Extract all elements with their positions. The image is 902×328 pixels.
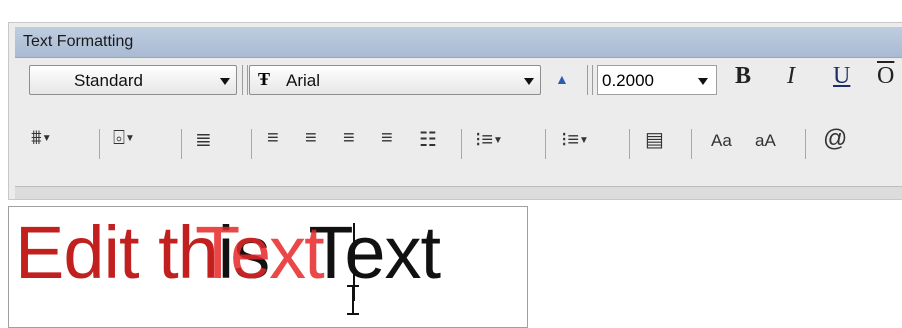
- toolbar-row-2: ⩩▼ ⌻▼ ≣ ≡ ≡ ≡ ≡ ☷ ⁝≡▼ ⁝≡▼ ▤ Aa aA @: [15, 115, 902, 173]
- chevron-down-icon: [524, 78, 534, 85]
- mtext-justify-icon[interactable]: ≣: [195, 127, 212, 152]
- columns-icon[interactable]: ⌻▼: [113, 127, 135, 150]
- insert-field-icon[interactable]: ▤: [645, 127, 664, 152]
- uppercase-button[interactable]: Aa: [711, 131, 732, 151]
- chevron-down-icon: [220, 78, 230, 85]
- toolbar-bottom-bar: [15, 186, 902, 199]
- text-height-input[interactable]: 0.2000: [597, 65, 717, 95]
- lowercase-button[interactable]: aA: [755, 131, 776, 151]
- annotative-icon[interactable]: ▲: [555, 71, 569, 87]
- symbol-button[interactable]: @: [823, 125, 847, 153]
- align-right-icon[interactable]: ≡: [343, 127, 355, 150]
- text-formatting-toolbar: Text Formatting Standard Ŧ Arial ▲ 0.200…: [8, 22, 902, 200]
- toolbar-separator: [181, 129, 182, 159]
- edited-text-part-3: Text: [308, 211, 441, 294]
- toolbar-separator: [805, 129, 806, 159]
- font-value: Arial: [286, 71, 321, 90]
- italic-button[interactable]: I: [787, 63, 795, 90]
- distribute-icon[interactable]: ☷: [419, 127, 437, 152]
- toolbar-separator: [629, 129, 630, 159]
- red-overlay-text: Text: [195, 211, 325, 294]
- line-spacing-icon[interactable]: ⁝≡▼: [475, 127, 503, 152]
- toolbar-separator: [461, 129, 462, 159]
- toolbar-separator: [242, 65, 248, 95]
- edited-text-part-1: Edit th: [15, 211, 219, 294]
- toolbar-separator: [587, 65, 593, 95]
- ibeam-cursor-icon: [347, 285, 359, 315]
- toolbar-row-1: Standard Ŧ Arial ▲ 0.2000 B I U O: [15, 59, 902, 109]
- toolbar-separator: [691, 129, 692, 159]
- text-style-dropdown[interactable]: Standard: [29, 65, 237, 95]
- text-style-value: Standard: [74, 71, 143, 90]
- toolbar-separator: [545, 129, 546, 159]
- window-title: Text Formatting: [23, 33, 134, 50]
- toolbar-separator: [99, 129, 100, 159]
- truetype-font-icon: Ŧ: [258, 69, 271, 89]
- chevron-down-icon: [698, 78, 708, 85]
- align-left-icon[interactable]: ≡: [267, 127, 279, 150]
- numbering-icon[interactable]: ⁝≡▼: [561, 127, 589, 152]
- justify-icon[interactable]: ≡: [381, 127, 393, 150]
- bold-button[interactable]: B: [735, 63, 751, 90]
- underline-button[interactable]: U: [833, 63, 850, 90]
- text-editor-area[interactable]: Edit this Text Text: [8, 206, 528, 328]
- title-bar[interactable]: Text Formatting: [15, 27, 902, 58]
- toolbar-separator: [251, 129, 252, 159]
- text-height-value: 0.2000: [602, 71, 654, 90]
- font-dropdown[interactable]: Ŧ Arial: [249, 65, 541, 95]
- overline-button[interactable]: O: [877, 63, 894, 90]
- stack-icon[interactable]: ⩩▼: [31, 127, 52, 150]
- align-center-icon[interactable]: ≡: [305, 127, 317, 150]
